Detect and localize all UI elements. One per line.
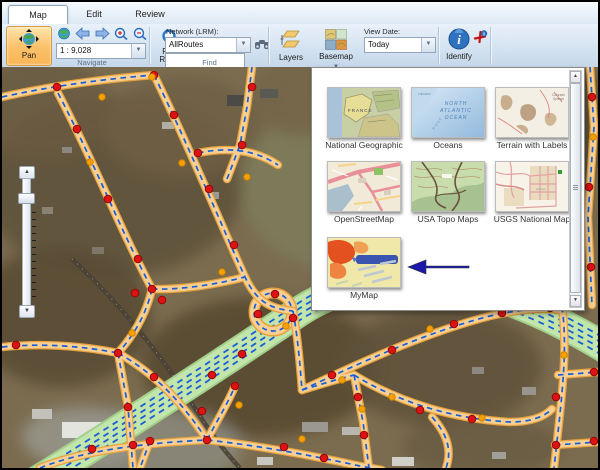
app-ui: Map Edit Review Pan	[2, 2, 598, 468]
svg-text:OCEAN: OCEAN	[445, 115, 468, 121]
view-date-label: View Date:	[364, 27, 400, 36]
basemap-item-usa-topo-maps[interactable]: USA Topo Maps	[406, 161, 490, 225]
basemap-item-label: USA Topo Maps	[406, 215, 490, 225]
ribbon: Pan 1	[2, 24, 598, 68]
group-separator	[490, 27, 491, 64]
navigate-group-label: Navigate	[32, 58, 152, 67]
svg-text:NORTH: NORTH	[445, 101, 468, 107]
svg-text:FRANCE: FRANCE	[348, 108, 373, 113]
basemap-thumbnail[interactable]: FRANCE	[327, 87, 401, 138]
svg-text:Labrador: Labrador	[418, 92, 432, 96]
basemap-thumbnail[interactable]	[327, 161, 401, 212]
basemap-item-terrain-with-labels[interactable]: ColoradoSprings Terrain with Labels	[490, 87, 574, 151]
basemap-item-national-geographic[interactable]: FRANCE National Geographic	[322, 87, 406, 151]
basemap-button[interactable]: Basemap ▼	[310, 26, 362, 69]
scroll-down-icon[interactable]: ▼	[570, 295, 581, 307]
basemap-thumbnail[interactable]: NORTHATLANTICOCEANLabradorR I D G E	[411, 87, 485, 138]
svg-text:Hoover: Hoover	[536, 187, 546, 191]
basemap-icon	[325, 29, 347, 50]
zoom-in-icon[interactable]	[113, 27, 129, 40]
tab-edit[interactable]: Edit	[70, 5, 118, 23]
identify-icon: i	[448, 28, 470, 50]
gallery-scrollbar[interactable]: ▲ ▼	[569, 70, 582, 308]
svg-text:Springs: Springs	[553, 97, 564, 101]
next-extent-icon[interactable]	[94, 27, 110, 40]
scrollbar-thumb[interactable]	[570, 83, 581, 293]
tab-map[interactable]: Map	[8, 5, 68, 24]
basemap-item-usgs-national-map[interactable]: Hoover USGS National Map	[490, 161, 574, 225]
basemap-item-label: OpenStreetMap	[322, 215, 406, 225]
map-scale-combobox[interactable]: 1 : 9,028 ▼	[56, 43, 146, 59]
zoom-slider-handle[interactable]	[18, 193, 35, 204]
tab-review[interactable]: Review	[122, 5, 178, 23]
view-date-value: Today	[365, 38, 421, 52]
layers-icon	[279, 29, 303, 51]
chevron-down-icon[interactable]: ▼	[421, 38, 435, 52]
pan-globe-icon	[19, 29, 39, 49]
find-group-label: Find	[162, 58, 257, 67]
chevron-down-icon[interactable]: ▼	[131, 44, 145, 58]
svg-text:ATLANTIC: ATLANTIC	[439, 108, 472, 114]
basemap-item-oceans[interactable]: NORTHATLANTICOCEANLabradorR I D G EOcean…	[406, 87, 490, 151]
basemap-item-label: National Geographic	[322, 141, 406, 151]
layers-label: Layers	[272, 54, 310, 62]
map-scale-value: 1 : 9,028	[57, 44, 131, 58]
basemap-item-label: Oceans	[406, 141, 490, 151]
basemap-item-openstreetmap[interactable]: OpenStreetMap	[322, 161, 406, 225]
view-date-combobox[interactable]: Today ▼	[364, 37, 436, 53]
network-lrm-label: Network (LRM):	[166, 27, 219, 36]
zoom-slider[interactable]: ▲ ▼	[18, 166, 34, 316]
network-combobox[interactable]: AllRoutes ▼	[165, 37, 251, 53]
app-window: Map Edit Review Pan	[0, 0, 600, 470]
basemap-thumbnail[interactable]	[327, 237, 401, 288]
zoom-out-icon[interactable]	[132, 27, 148, 40]
identify-label: Identify	[442, 53, 476, 61]
ribbon-tab-bar: Map Edit Review	[2, 2, 598, 25]
layers-button[interactable]: Layers	[271, 26, 311, 66]
basemap-item-mymap[interactable]: MyMap	[322, 237, 406, 301]
group-separator	[268, 27, 269, 64]
svg-text:i: i	[457, 32, 461, 47]
basemap-label: Basemap	[311, 53, 361, 61]
group-separator	[438, 27, 439, 64]
previous-extent-icon[interactable]	[75, 27, 91, 40]
basemap-gallery-panel: FRANCE National Geographic NORTHATLANTICOC…	[311, 67, 585, 311]
basemap-item-label: USGS National Map	[490, 215, 574, 225]
zoom-slider-bottom-button[interactable]: ▼	[19, 305, 35, 318]
scroll-up-icon[interactable]: ▲	[570, 71, 581, 83]
annotation-arrow-icon	[406, 256, 470, 278]
full-extent-icon[interactable]	[56, 27, 72, 40]
chevron-down-icon[interactable]: ▼	[236, 38, 250, 52]
basemap-thumbnail[interactable]: Hoover	[495, 161, 569, 212]
network-value: AllRoutes	[166, 38, 236, 52]
add-route-icon[interactable]: 0	[472, 30, 488, 46]
basemap-thumbnail[interactable]	[411, 161, 485, 212]
group-separator	[149, 27, 150, 64]
basemap-item-label: MyMap	[322, 291, 406, 301]
basemap-item-label: Terrain with Labels	[490, 141, 574, 151]
basemap-thumbnail[interactable]: ColoradoSprings	[495, 87, 569, 138]
